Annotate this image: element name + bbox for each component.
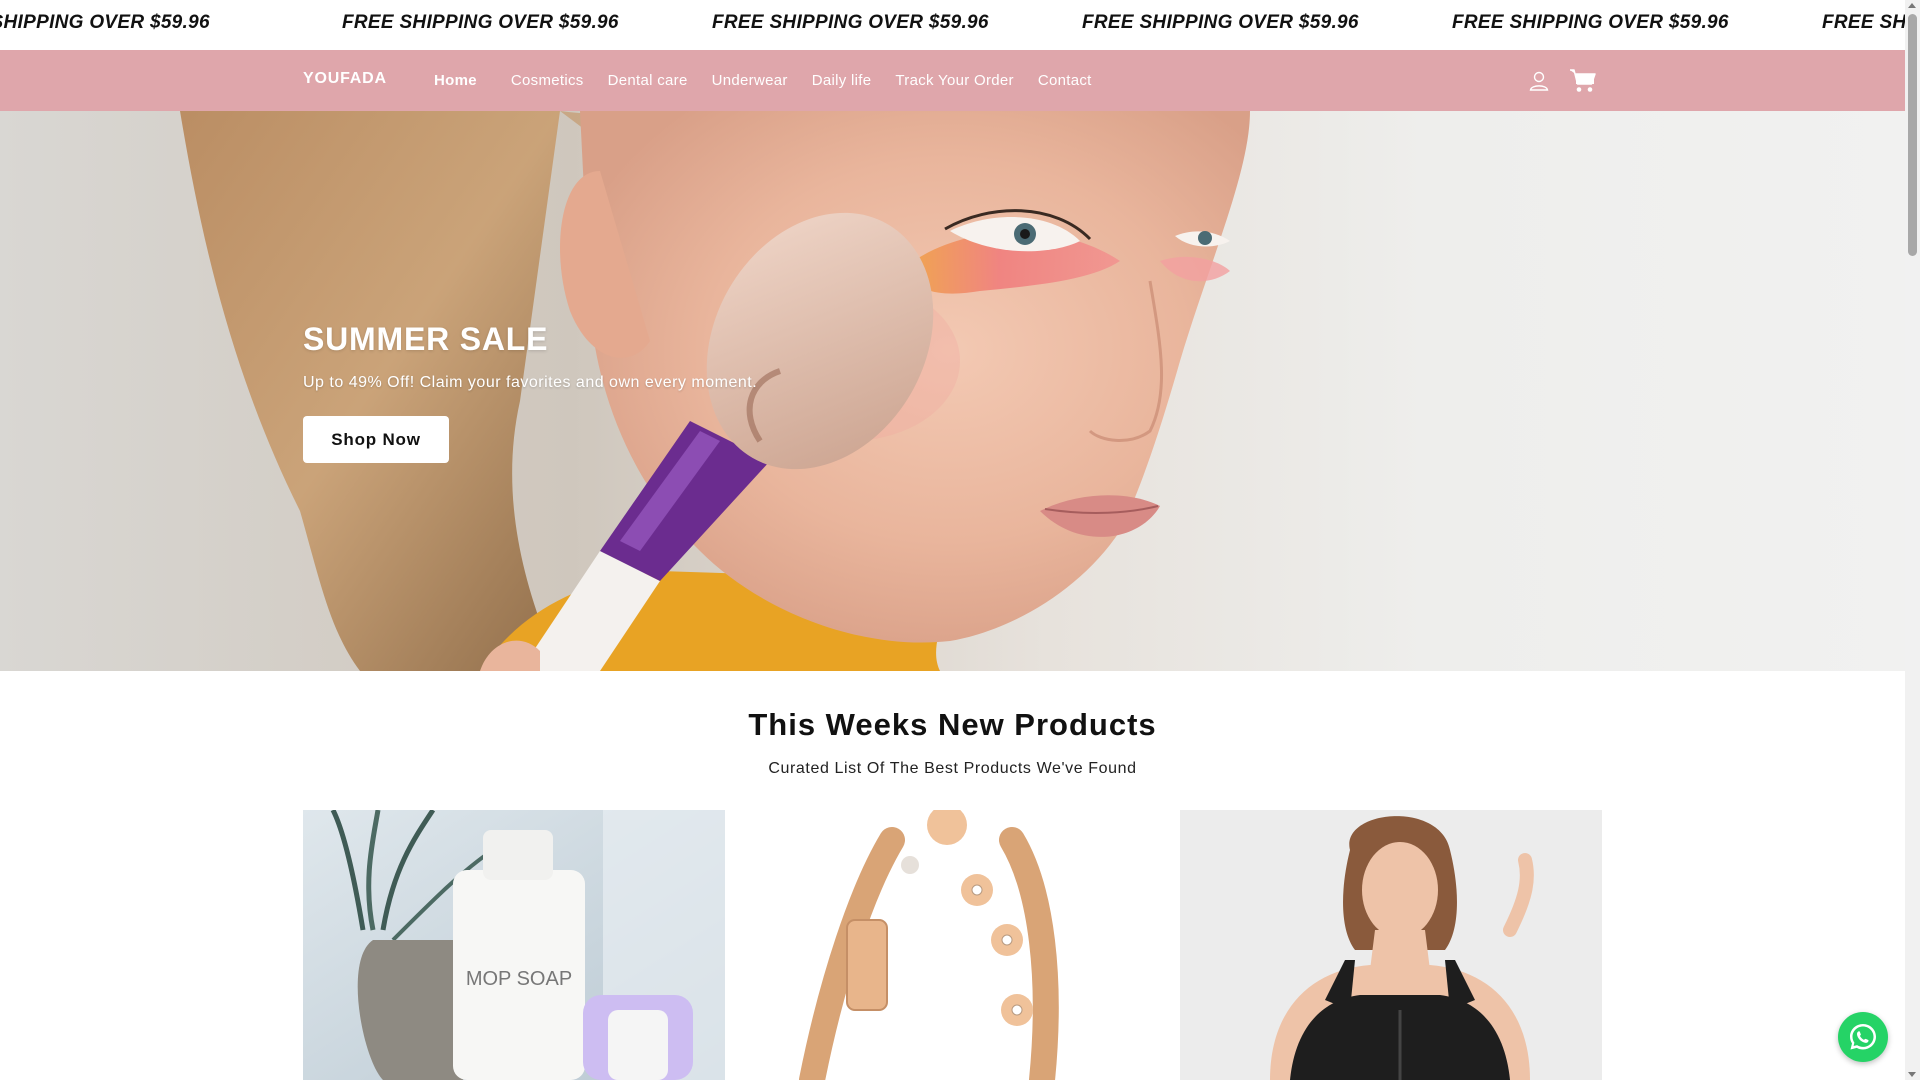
- page: E SHIPPING OVER $59.96 FREE SHIPPING OVE…: [0, 0, 1905, 1080]
- product-label-text: MOP SOAP: [466, 968, 572, 990]
- scroll-up-arrow[interactable]: [1908, 3, 1916, 8]
- main-nav: Home Cosmetics Dental care Underwear Dai…: [434, 72, 1116, 89]
- scroll-thumb[interactable]: [1908, 14, 1917, 256]
- product-image: [1180, 810, 1602, 1080]
- hero-image: [180, 111, 1250, 671]
- product-card[interactable]: MOP SOAP: [303, 810, 725, 1080]
- whatsapp-button[interactable]: [1838, 1012, 1888, 1062]
- logo[interactable]: YOUFADA: [303, 70, 387, 88]
- site-header: YOUFADA Home Cosmetics Dental care Under…: [0, 50, 1905, 111]
- hero-banner: SUMMER SALE Up to 49% Off! Claim your fa…: [0, 111, 1905, 671]
- hero-content: SUMMER SALE Up to 49% Off! Claim your fa…: [303, 321, 757, 463]
- announcement-text: FREE SHIPPING OVER $59.96: [1082, 12, 1359, 33]
- header-icons: [1524, 67, 1598, 95]
- announcement-text: FREE SHIPPING OVER $59.96: [1452, 12, 1729, 33]
- cart-icon: [1570, 69, 1596, 92]
- product-grid: MOP SOAP: [303, 810, 1603, 1080]
- nav-item-underwear[interactable]: Underwear: [712, 72, 788, 89]
- shop-now-button[interactable]: Shop Now: [303, 416, 449, 463]
- nav-item-cosmetics[interactable]: Cosmetics: [511, 72, 584, 89]
- announcement-text: FREE SHIPPING OVER $59.96: [712, 12, 989, 33]
- nav-item-track-order[interactable]: Track Your Order: [895, 72, 1013, 89]
- account-icon: [1529, 71, 1549, 91]
- product-image: MOP SOAP: [303, 810, 725, 1080]
- announcement-track: E SHIPPING OVER $59.96 FREE SHIPPING OVE…: [0, 12, 1905, 34]
- hero-subtitle: Up to 49% Off! Claim your favorites and …: [303, 374, 758, 391]
- announcement-text: FREE SHIPPING OVER $59.96: [342, 12, 619, 33]
- product-card[interactable]: [1180, 810, 1602, 1080]
- nav-item-dental-care[interactable]: Dental care: [608, 72, 688, 89]
- section-title: This Weeks New Products: [748, 707, 1157, 742]
- hero-title: SUMMER SALE: [303, 321, 549, 357]
- nav-item-daily-life[interactable]: Daily life: [812, 72, 872, 89]
- announcement-bar: E SHIPPING OVER $59.96 FREE SHIPPING OVE…: [0, 0, 1905, 50]
- product-image: [742, 810, 1164, 1080]
- cart-button[interactable]: [1568, 67, 1598, 95]
- scroll-down-arrow[interactable]: [1908, 1072, 1916, 1077]
- section-subtitle: Curated List Of The Best Products We've …: [768, 760, 1137, 777]
- announcement-text: E SHIPPING OVER $59.96: [0, 12, 210, 33]
- announcement-text: FREE SHIP: [1822, 12, 1905, 33]
- nav-item-contact[interactable]: Contact: [1038, 72, 1092, 89]
- page-scrollbar[interactable]: [1905, 0, 1920, 1080]
- nav-item-home[interactable]: Home: [434, 72, 477, 89]
- account-button[interactable]: [1524, 67, 1554, 95]
- product-card[interactable]: [742, 810, 1164, 1080]
- whatsapp-icon: [1850, 1024, 1876, 1050]
